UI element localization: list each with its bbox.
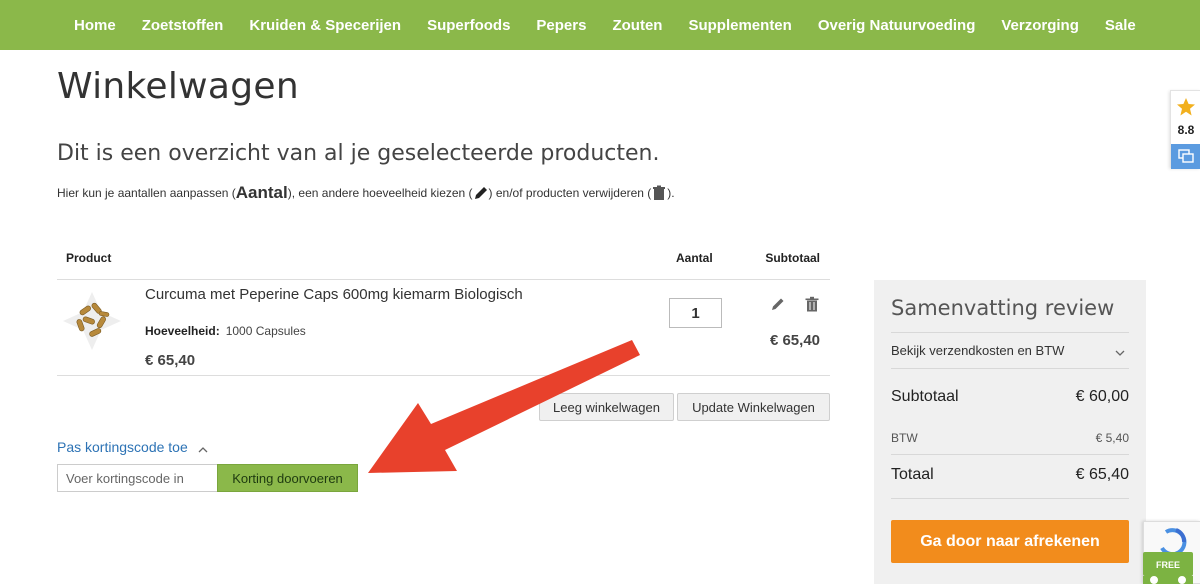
- summary-title: Samenvatting review: [891, 296, 1115, 320]
- help-text: Hier kun je aantallen aanpassen ( Aantal…: [57, 183, 675, 203]
- product-name[interactable]: Curcuma met Peperine Caps 600mg kiemarm …: [145, 286, 523, 303]
- chat-icon[interactable]: [1171, 144, 1200, 169]
- help-text-part4: ).: [667, 186, 675, 200]
- header-quantity: Aantal: [676, 251, 713, 265]
- summary-divider: [891, 498, 1129, 499]
- help-text-bold: Aantal: [235, 183, 288, 202]
- discount-form: Voer kortingscode in Korting doorvoeren: [57, 464, 358, 492]
- cart-table-header: Product Aantal Subtotaal: [57, 240, 830, 280]
- trash-icon: [651, 185, 667, 201]
- summary-subtotal-label: Subtotaal: [891, 388, 959, 405]
- page-subtitle: Dit is een overzicht van al je geselecte…: [57, 141, 660, 166]
- nav-item-kruiden-specerijen[interactable]: Kruiden & Specerijen: [249, 17, 401, 34]
- update-cart-button[interactable]: Update Winkelwagen: [677, 393, 830, 421]
- summary-btw-label: BTW: [891, 431, 918, 445]
- summary-subtotal-value: € 60,00: [1075, 388, 1129, 405]
- help-text-part2: ), een andere hoeveelheid kiezen (: [287, 186, 473, 200]
- quantity-input[interactable]: 1: [669, 298, 722, 328]
- summary-total: Totaal € 65,40: [891, 466, 1129, 484]
- nav-item-zoetstoffen[interactable]: Zoetstoffen: [142, 17, 224, 34]
- summary-subtotal: Subtotaal € 60,00: [891, 388, 1129, 406]
- truck-icon: FREE: [1140, 546, 1196, 584]
- product-option: Hoeveelheid: 1000 Capsules: [145, 324, 306, 338]
- header-product: Product: [66, 251, 112, 265]
- product-option-label: Hoeveelheid:: [145, 324, 220, 338]
- pencil-icon[interactable]: [770, 296, 786, 312]
- main-nav: Home Zoetstoffen Kruiden & Specerijen Su…: [0, 0, 1200, 50]
- nav-item-supplementen[interactable]: Supplementen: [688, 17, 791, 34]
- nav-item-zouten[interactable]: Zouten: [612, 17, 662, 34]
- summary-btw-value: € 5,40: [1095, 431, 1129, 445]
- help-text-part3: ) en/of producten verwijderen (: [488, 186, 652, 200]
- nav-item-home[interactable]: Home: [74, 17, 116, 34]
- rating-widget[interactable]: 8.8: [1170, 90, 1200, 169]
- checkout-button[interactable]: Ga door naar afrekenen: [891, 520, 1129, 563]
- nav-item-verzorging[interactable]: Verzorging: [1001, 17, 1079, 34]
- summary-total-label: Totaal: [891, 466, 934, 483]
- product-option-value: 1000 Capsules: [225, 324, 306, 338]
- product-price: € 65,40: [145, 352, 196, 369]
- star-icon: [1176, 97, 1196, 117]
- discount-toggle[interactable]: Pas kortingscode toe: [57, 439, 208, 455]
- trash-icon[interactable]: [804, 296, 820, 312]
- discount-toggle-label: Pas kortingscode toe: [57, 439, 188, 455]
- product-image[interactable]: [61, 290, 123, 352]
- row-subtotal: € 65,40: [769, 332, 820, 349]
- rating-score: 8.8: [1177, 123, 1195, 137]
- pencil-icon: [473, 185, 489, 201]
- summary-total-value: € 65,40: [1075, 466, 1129, 483]
- annotation-arrow: [368, 340, 640, 473]
- nav-item-overig-natuurvoeding[interactable]: Overig Natuurvoeding: [818, 17, 976, 34]
- summary-divider: [891, 454, 1129, 455]
- chevron-up-icon: [198, 442, 208, 453]
- page-title: Winkelwagen: [57, 66, 299, 107]
- summary-divider: [891, 332, 1129, 333]
- summary-divider: [891, 368, 1129, 369]
- help-text-part1: Hier kun je aantallen aanpassen (: [57, 186, 236, 200]
- discount-code-input[interactable]: Voer kortingscode in: [57, 464, 217, 492]
- apply-discount-button[interactable]: Korting doorvoeren: [217, 464, 358, 492]
- row-actions: [770, 296, 820, 312]
- nav-item-sale[interactable]: Sale: [1105, 17, 1136, 34]
- shipping-toggle-label: Bekijk verzendkosten en BTW: [891, 343, 1065, 358]
- summary-btw: BTW € 5,40: [891, 431, 1129, 445]
- order-summary: Samenvatting review Bekijk verzendkosten…: [874, 280, 1146, 584]
- nav-item-pepers[interactable]: Pepers: [536, 17, 586, 34]
- shipping-toggle[interactable]: Bekijk verzendkosten en BTW: [891, 343, 1129, 358]
- nav-item-superfoods[interactable]: Superfoods: [427, 17, 510, 34]
- chevron-down-icon: [1115, 346, 1125, 356]
- free-badge-label: FREE: [1156, 560, 1180, 570]
- header-subtotal: Subtotaal: [765, 251, 820, 265]
